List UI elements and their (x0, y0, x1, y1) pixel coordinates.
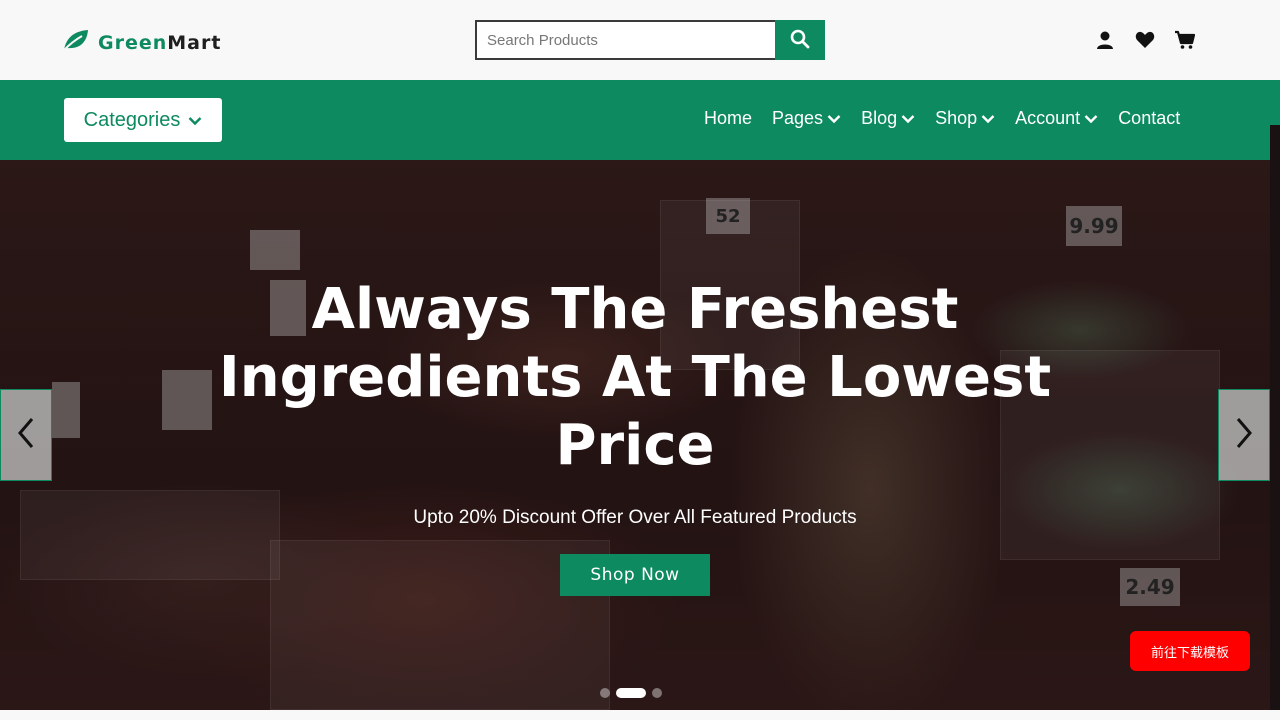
nav-item-shop[interactable]: Shop (935, 108, 995, 129)
nav-label: Shop (935, 108, 978, 128)
categories-label: Categories (83, 108, 181, 131)
chevron-right-icon (1234, 416, 1254, 455)
heart-icon[interactable] (1134, 28, 1156, 52)
main-navbar: Categories Home Pages Blog Shop Account … (0, 80, 1270, 160)
background-shelf (20, 490, 280, 580)
nav-label: Contact (1118, 108, 1181, 128)
background-shelf (270, 540, 610, 710)
hero-title-line: Always The Freshest (311, 277, 959, 342)
chevron-left-icon (16, 416, 36, 455)
cart-icon[interactable] (1174, 28, 1196, 52)
shop-now-button[interactable]: Shop Now (560, 554, 710, 596)
nav-label: Pages (772, 108, 824, 128)
carousel-next-button[interactable] (1218, 389, 1270, 481)
chevron-down-icon (1084, 108, 1098, 129)
nav-item-account[interactable]: Account (1015, 108, 1098, 129)
carousel-dot-active[interactable] (616, 688, 646, 698)
price-sign (250, 230, 300, 270)
hero-title-line: Ingredients At The Lowest (218, 345, 1052, 410)
price-sign: 9.99 (1066, 206, 1122, 246)
chevron-down-icon (901, 108, 915, 129)
nav-label: Account (1015, 108, 1081, 128)
hero-carousel: 9.99 52 2.49 Always The Freshest Ingredi… (0, 160, 1270, 710)
navbar-edge (1270, 80, 1280, 125)
scrollbar[interactable] (1270, 125, 1280, 710)
chevron-down-icon (188, 109, 202, 132)
nav-item-contact[interactable]: Contact (1118, 108, 1180, 129)
price-sign: 2.49 (1120, 568, 1180, 606)
nav-menu: Home Pages Blog Shop Account Contact (704, 108, 1180, 129)
chevron-down-icon (827, 108, 841, 129)
top-header: GreenMart (0, 0, 1280, 80)
hero-title-line: Price (555, 413, 715, 478)
carousel-dot[interactable] (652, 688, 662, 698)
nav-item-pages[interactable]: Pages (772, 108, 841, 129)
hero-title: Always The Freshest Ingredients At The L… (0, 276, 1270, 480)
search-button[interactable] (775, 20, 825, 60)
search-input[interactable] (475, 20, 775, 60)
price-sign: 52 (706, 198, 750, 234)
nav-label: Home (704, 108, 753, 128)
logo[interactable]: GreenMart (62, 28, 221, 57)
nav-item-blog[interactable]: Blog (861, 108, 915, 129)
header-actions (1094, 28, 1196, 52)
chevron-down-icon (981, 108, 995, 129)
user-icon[interactable] (1094, 28, 1116, 52)
leaf-icon (62, 28, 90, 57)
brand-name: GreenMart (98, 31, 222, 54)
carousel-dots (600, 688, 662, 698)
categories-button[interactable]: Categories (64, 98, 222, 142)
carousel-dot[interactable] (600, 688, 610, 698)
nav-label: Blog (861, 108, 898, 128)
download-template-button[interactable]: 前往下载模板 (1130, 631, 1250, 671)
search-bar (475, 20, 825, 60)
carousel-prev-button[interactable] (0, 389, 52, 481)
search-icon (790, 29, 810, 52)
page-bottom-strip (0, 710, 1280, 720)
hero-subtitle: Upto 20% Discount Offer Over All Feature… (413, 507, 857, 528)
nav-item-home[interactable]: Home (704, 108, 752, 129)
